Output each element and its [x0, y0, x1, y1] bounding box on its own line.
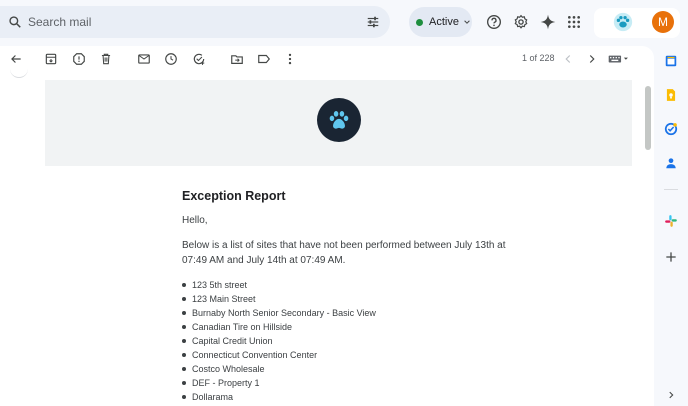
list-item: 123 5th street	[182, 278, 522, 292]
keep-icon[interactable]	[664, 88, 678, 102]
list-item: Dollarama	[182, 390, 522, 404]
account-switcher[interactable]: M	[594, 8, 680, 38]
paw-logo	[317, 98, 361, 142]
list-item: Canadian Tire on Hillside	[182, 320, 522, 334]
status-selector[interactable]: Active	[409, 7, 472, 37]
calendar-icon[interactable]	[664, 54, 678, 68]
top-bar: Search mail Active M	[0, 0, 688, 46]
slack-icon[interactable]	[664, 214, 678, 228]
side-panel-divider	[664, 189, 678, 190]
tasks-icon[interactable]	[664, 122, 678, 136]
mail-pane: 1 of 228 Exception Report Hello, Below i…	[0, 46, 654, 406]
avatar[interactable]: M	[652, 11, 674, 33]
search-bar[interactable]: Search mail	[0, 6, 390, 38]
search-icon[interactable]	[8, 15, 22, 29]
message-counter: 1 of 228	[522, 53, 555, 63]
gemini-sparkle-icon[interactable]	[540, 14, 556, 30]
help-icon[interactable]	[486, 14, 502, 30]
organization-logo	[613, 12, 633, 32]
more-options-icon[interactable]	[283, 52, 297, 66]
site-list: 123 5th street 123 Main Street Burnaby N…	[182, 278, 522, 404]
status-dot	[416, 18, 423, 26]
newer-chevron-left-icon[interactable]	[561, 52, 575, 66]
expand-chevron-icon[interactable]	[666, 390, 676, 400]
chevron-down-icon	[464, 20, 470, 24]
email-greeting: Hello,	[182, 215, 208, 226]
list-item: Connecticut Convention Center	[182, 348, 522, 362]
apps-grid-icon[interactable]	[566, 14, 582, 30]
report-spam-icon[interactable]	[72, 52, 86, 66]
back-arrow-icon[interactable]	[9, 52, 23, 66]
paw-icon	[329, 111, 349, 129]
add-to-tasks-icon[interactable]	[192, 52, 206, 66]
gear-icon[interactable]	[513, 14, 529, 30]
mark-unread-icon[interactable]	[137, 52, 151, 66]
contacts-icon[interactable]	[664, 156, 678, 170]
older-chevron-right-icon[interactable]	[585, 52, 599, 66]
snooze-icon[interactable]	[164, 52, 178, 66]
list-item: 123 Main Street	[182, 292, 522, 306]
email-body: Exception Report Hello, Below is a list …	[182, 189, 522, 404]
status-label: Active	[429, 16, 459, 28]
search-options-icon[interactable]	[366, 15, 380, 29]
delete-icon[interactable]	[99, 52, 113, 66]
search-input[interactable]: Search mail	[28, 15, 91, 29]
archive-icon[interactable]	[44, 52, 58, 66]
move-to-icon[interactable]	[230, 52, 244, 66]
side-panel	[654, 46, 688, 406]
list-item: DEF - Property 1	[182, 376, 522, 390]
sender-avatar-edge	[10, 68, 28, 78]
list-item: Capital Credit Union	[182, 334, 522, 348]
scrollbar-thumb[interactable]	[645, 86, 651, 150]
email-intro: Below is a list of sites that have not b…	[182, 240, 506, 266]
message-toolbar: 1 of 228	[0, 46, 654, 74]
list-item: Burnaby North Senior Secondary - Basic V…	[182, 306, 522, 320]
email-title: Exception Report	[182, 189, 286, 203]
keyboard-input-icon[interactable]	[608, 52, 630, 66]
list-item: Costco Wholesale	[182, 362, 522, 376]
add-icon[interactable]	[664, 250, 678, 264]
label-icon[interactable]	[257, 52, 271, 66]
